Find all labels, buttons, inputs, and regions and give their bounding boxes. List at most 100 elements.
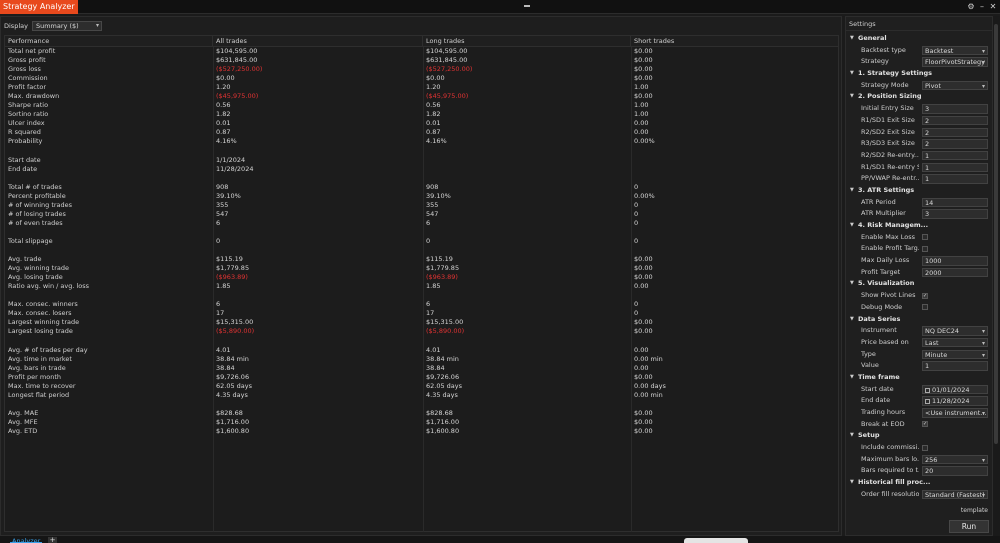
collapse-arrow-icon[interactable]: ▼ [850,33,854,45]
property-select[interactable]: Backtest ▾ [922,45,988,56]
row-label [5,147,213,156]
cell-all-trades [213,291,423,300]
cell-long-trades: 62.05 days [426,381,463,390]
settings-section[interactable]: ▼ Setup [846,430,992,442]
property-input[interactable]: 2000 [922,267,988,278]
settings-section[interactable]: ▼ Time frame [846,372,992,384]
calendar-icon[interactable] [925,387,930,393]
row-label: Total net profit [8,47,56,55]
property-checkbox[interactable]: ✓ [922,292,928,299]
settings-section[interactable]: ▼ General [846,33,992,45]
property-select[interactable]: Last ▾ [922,337,988,348]
display-select[interactable]: Summary ($) ▾ [31,20,102,31]
collapse-arrow-icon[interactable]: ▼ [850,68,854,80]
property-input[interactable]: 14 [922,197,988,208]
section-title: Historical fill proc... [858,478,931,487]
property-label: Price based on [861,337,909,346]
minimize-icon[interactable]: – [977,1,987,13]
property-select[interactable]: FloorPivotStrategy ▾ [922,57,988,67]
settings-scrollbar[interactable] [993,16,1000,536]
property-select[interactable]: 256 ▾ [922,454,988,465]
cell-short-trades: 0.00 min [634,390,663,399]
property-checkbox[interactable] [922,245,928,252]
collapse-arrow-icon[interactable]: ▼ [850,91,854,103]
property-input[interactable]: 1 [922,174,988,184]
row-label: Avg. MAE [8,408,39,417]
collapse-arrow-icon[interactable]: ▼ [850,372,854,384]
property-checkbox[interactable] [922,304,928,311]
property-checkbox[interactable] [922,234,928,241]
settings-property: Trading hours <Use instrument... ▾ [846,407,992,419]
property-select[interactable]: NQ DEC24 ▾ [922,326,988,336]
property-input[interactable]: 1 [922,162,988,173]
column-header-all-trades[interactable]: All trades [213,36,423,46]
collapse-arrow-icon[interactable]: ▼ [850,185,854,197]
property-select[interactable]: Pivot ▾ [922,80,988,91]
column-header-long-trades[interactable]: Long trades [423,36,631,46]
cell-long-trades: $1,716.00 [426,417,460,426]
cell-all-trades: 6 [216,218,221,227]
window-title: Strategy Analyzer [0,0,78,14]
settings-gear-icon[interactable]: ⚙ [966,1,976,13]
collapse-arrow-icon[interactable]: ▼ [850,477,854,489]
property-input[interactable]: 1000 [922,256,988,266]
property-label: PP/VWAP Re-entr... [861,174,919,183]
run-button[interactable]: Run [949,520,989,533]
property-checkbox[interactable]: ✓ [922,421,928,428]
collapse-arrow-icon[interactable]: ▼ [850,430,854,442]
cell-long-trades: 355 [426,200,439,209]
cell-short-trades [631,337,837,346]
property-select[interactable]: Minute ▾ [922,349,988,360]
scrollbar-thumb[interactable] [994,24,998,444]
template-link[interactable]: template [961,507,988,514]
table-row: Avg. ETD $1,600.80 $1,600.80 $0.00 [5,427,838,436]
property-input[interactable]: 1 [922,361,988,371]
chevron-down-icon: ▾ [981,410,985,417]
property-input[interactable]: 20 [922,466,988,476]
add-tab-button[interactable]: + [48,537,57,543]
cell-all-trades: 11/28/2024 [216,164,254,173]
property-label: Enable Max Loss [861,232,915,241]
table-row: Max. consec. losers 17 17 0 [5,309,838,318]
cell-short-trades: $0.00 [634,65,653,74]
drag-handle[interactable] [524,5,530,7]
property-input[interactable]: 2 [922,115,988,126]
property-date-picker[interactable]: 01/01/2024 [922,384,988,395]
settings-section[interactable]: ▼ 2. Position Sizing [846,91,992,103]
property-input[interactable]: 2 [922,127,988,137]
close-icon[interactable]: ✕ [988,1,998,13]
property-checkbox[interactable] [922,444,928,451]
settings-property: Max Daily Loss 1000 [846,255,992,267]
property-date-picker[interactable]: 11/28/2024 [922,396,988,406]
property-label: Enable Profit Targ... [861,244,919,253]
property-value: Backtest [925,46,954,55]
table-row: # of losing trades 547 547 0 [5,210,838,219]
property-label: Start date [861,384,894,393]
row-label: Sortino ratio [8,110,49,119]
bottom-handle[interactable] [684,538,748,543]
collapse-arrow-icon[interactable]: ▼ [850,278,854,290]
property-value: <Use instrument... [925,409,987,417]
settings-section[interactable]: ▼ Data Series [846,314,992,326]
property-select[interactable]: Standard (Fastest) ▾ [922,489,988,500]
settings-section[interactable]: ▼ Historical fill proc... [846,477,992,489]
settings-section[interactable]: ▼ 5. Visualization [846,278,992,290]
settings-property: R2/SD2 Exit Size 2 [846,127,992,139]
settings-property: Debug Mode [846,302,992,314]
settings-section[interactable]: ▼ 1. Strategy Settings [846,68,992,80]
property-input[interactable]: 2 [922,139,988,149]
property-input[interactable]: 3 [922,209,988,219]
tab-analyzer[interactable]: Analyzer [10,537,43,543]
calendar-icon[interactable] [925,399,930,405]
column-header-performance[interactable]: Performance [5,36,213,46]
property-input[interactable]: 1 [922,150,988,161]
collapse-arrow-icon[interactable]: ▼ [850,220,854,232]
cell-long-trades [423,228,631,237]
property-select[interactable]: <Use instrument... ▾ [922,408,988,418]
property-label: Strategy Mode [861,80,909,89]
column-header-short-trades[interactable]: Short trades [631,36,838,46]
property-input[interactable]: 3 [922,104,988,114]
collapse-arrow-icon[interactable]: ▼ [850,314,854,326]
settings-section[interactable]: ▼ 4. Risk Managem... [846,220,992,232]
settings-section[interactable]: ▼ 3. ATR Settings [846,185,992,197]
